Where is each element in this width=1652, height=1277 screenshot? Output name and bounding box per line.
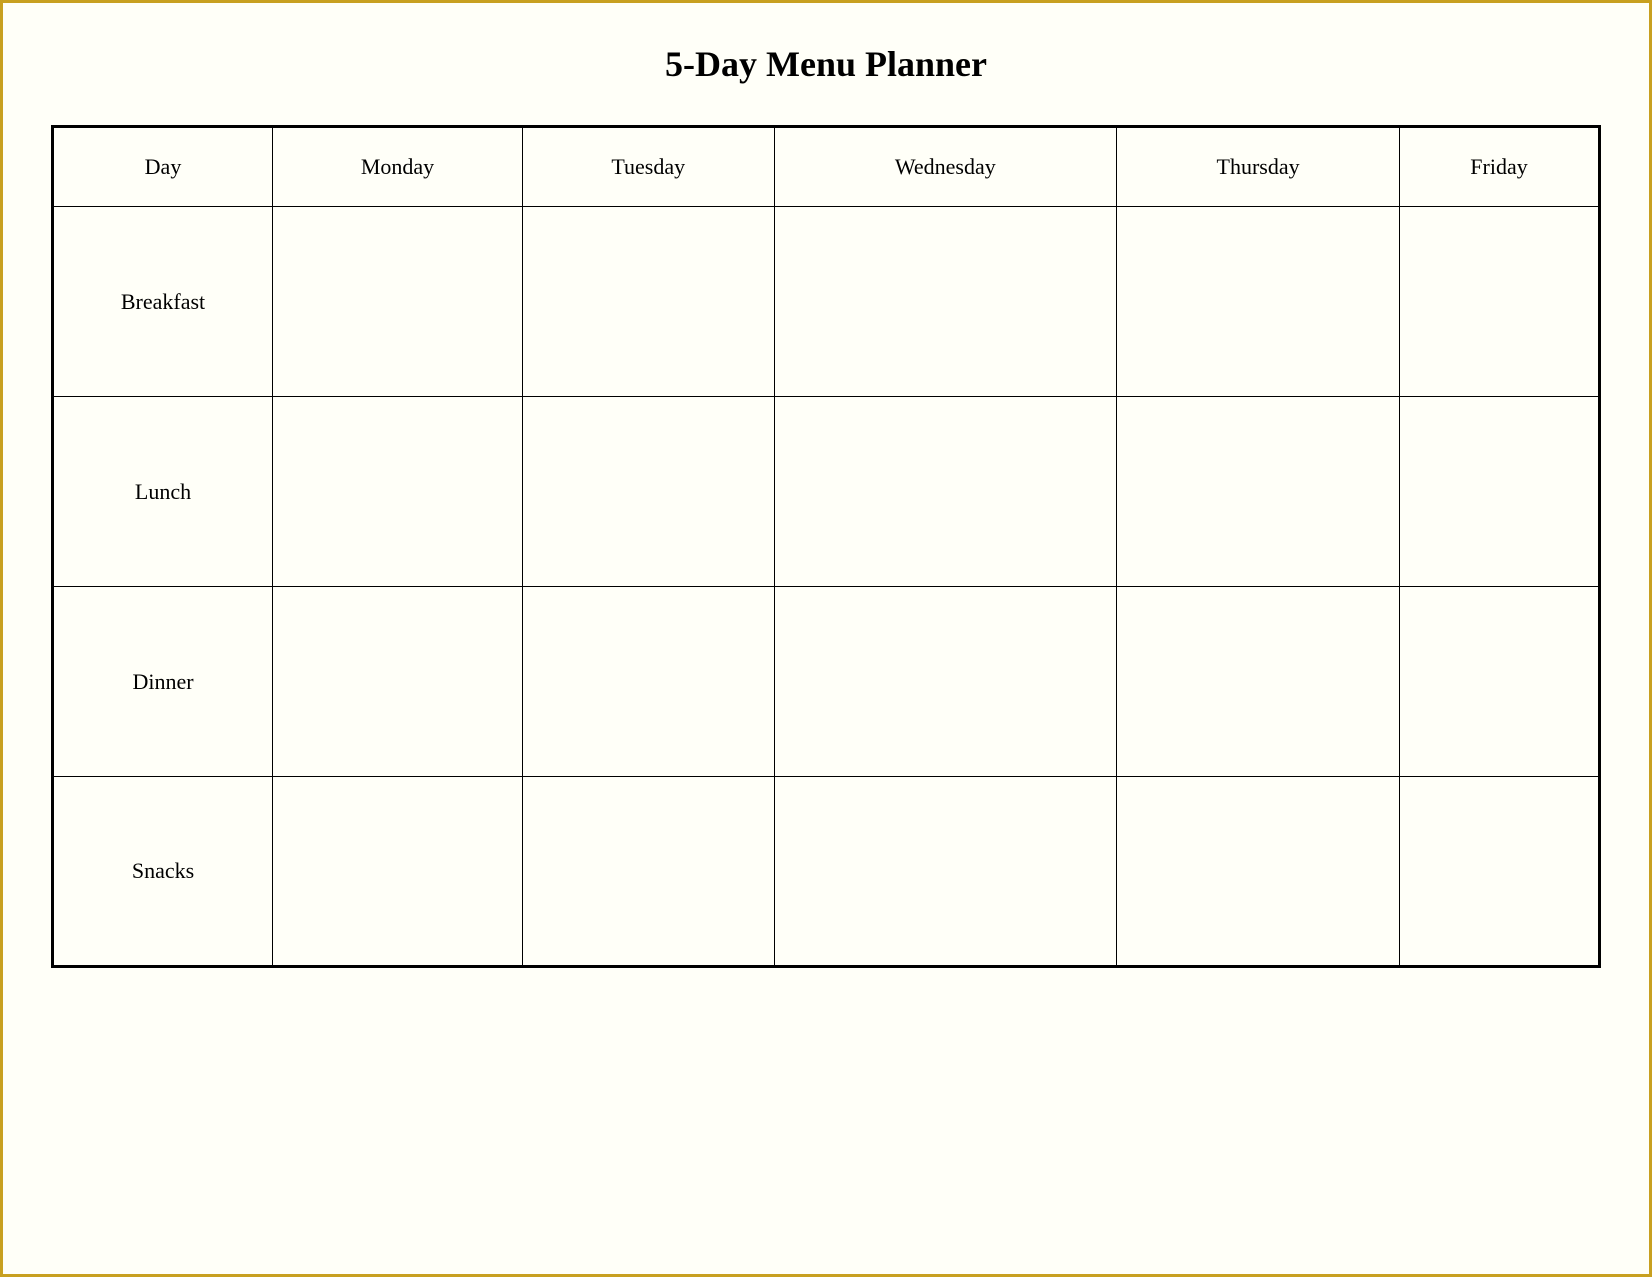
meal-cell[interactable] xyxy=(1117,587,1400,777)
day-header-friday: Friday xyxy=(1399,127,1599,207)
meal-label-dinner: Dinner xyxy=(53,587,273,777)
menu-planner-table: DayMondayTuesdayWednesdayThursdayFriday … xyxy=(51,125,1601,968)
meal-cell[interactable] xyxy=(1117,207,1400,397)
meal-cell[interactable] xyxy=(523,587,774,777)
meal-label-breakfast: Breakfast xyxy=(53,207,273,397)
meal-cell[interactable] xyxy=(1117,397,1400,587)
day-header: Day xyxy=(53,127,273,207)
meal-cell[interactable] xyxy=(523,777,774,967)
meal-cell[interactable] xyxy=(273,397,523,587)
page-title: 5-Day Menu Planner xyxy=(665,43,987,85)
meal-row-dinner: Dinner xyxy=(53,587,1600,777)
meal-cell[interactable] xyxy=(774,207,1117,397)
meal-row-snacks: Snacks xyxy=(53,777,1600,967)
meal-row-lunch: Lunch xyxy=(53,397,1600,587)
meal-cell[interactable] xyxy=(1399,777,1599,967)
meal-cell[interactable] xyxy=(1399,207,1599,397)
meal-row-breakfast: Breakfast xyxy=(53,207,1600,397)
meal-cell[interactable] xyxy=(1399,587,1599,777)
meal-cell[interactable] xyxy=(273,587,523,777)
day-header-tuesday: Tuesday xyxy=(523,127,774,207)
meal-cell[interactable] xyxy=(774,777,1117,967)
meal-cell[interactable] xyxy=(774,397,1117,587)
header-row: DayMondayTuesdayWednesdayThursdayFriday xyxy=(53,127,1600,207)
day-header-wednesday: Wednesday xyxy=(774,127,1117,207)
meal-label-snacks: Snacks xyxy=(53,777,273,967)
meal-cell[interactable] xyxy=(523,397,774,587)
meal-cell[interactable] xyxy=(273,207,523,397)
meal-cell[interactable] xyxy=(1117,777,1400,967)
meal-cell[interactable] xyxy=(273,777,523,967)
meal-cell[interactable] xyxy=(1399,397,1599,587)
meal-label-lunch: Lunch xyxy=(53,397,273,587)
day-header-monday: Monday xyxy=(273,127,523,207)
meal-cell[interactable] xyxy=(523,207,774,397)
day-header-thursday: Thursday xyxy=(1117,127,1400,207)
meal-cell[interactable] xyxy=(774,587,1117,777)
